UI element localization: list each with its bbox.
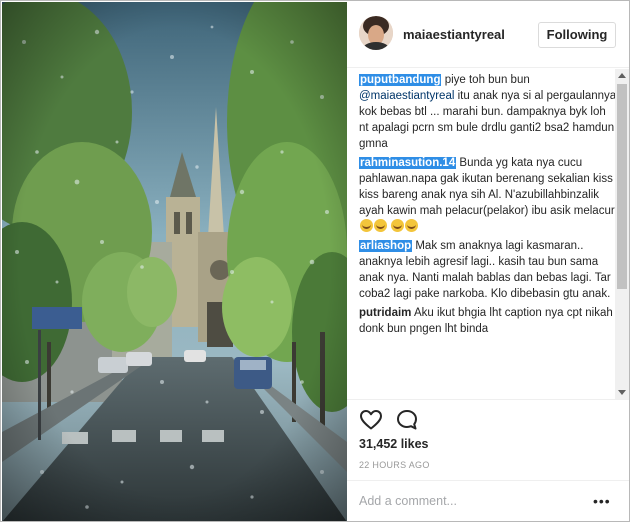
crying-laughing-emoji-icon — [405, 219, 419, 232]
post-username[interactable]: maiaestiantyreal — [403, 27, 505, 42]
post-actions: 31,452 likes 22 HOURS AGO — [347, 399, 629, 487]
like-count[interactable]: 31,452 likes — [359, 437, 429, 451]
add-comment-bar: ••• — [347, 480, 629, 521]
comment-author[interactable]: arliashop — [359, 240, 413, 252]
heart-outline-icon[interactable] — [359, 408, 383, 432]
scroll-thumb[interactable] — [617, 84, 627, 289]
crying-laughing-emoji-icon — [360, 219, 373, 232]
scroll-down-arrow-icon[interactable] — [615, 385, 629, 399]
comment-author[interactable]: putridaim — [359, 307, 411, 319]
comment-item: rahminasution.14 Bunda yg kata nya cucu … — [359, 155, 617, 235]
more-dots-icon[interactable]: ••• — [593, 493, 611, 509]
comment-author[interactable]: rahminasution.14 — [359, 157, 457, 169]
following-button[interactable]: Following — [538, 22, 616, 48]
post-timestamp: 22 HOURS AGO — [359, 460, 430, 470]
comment-mention[interactable]: @maiaestiantyreal — [359, 90, 454, 102]
comment-list: puputbandung piye toh bun bun @maiaestia… — [359, 69, 617, 399]
post-photo[interactable] — [2, 2, 347, 521]
rainy-street-image — [2, 2, 347, 521]
post-header: maiaestiantyreal Following — [347, 2, 629, 68]
avatar-image — [359, 16, 393, 50]
comment-item: arliashop Mak sm anaknya lagi kasmaran..… — [359, 238, 617, 302]
speech-bubble-icon[interactable] — [395, 408, 419, 432]
post-side-panel: maiaestiantyreal Following puputbandung … — [347, 2, 629, 521]
crying-laughing-emoji-icon — [374, 219, 387, 232]
avatar[interactable] — [359, 16, 393, 50]
scroll-up-arrow-icon[interactable] — [615, 69, 629, 83]
post-window: maiaestiantyreal Following puputbandung … — [0, 0, 630, 522]
comment-item: putridaim Aku ikut bhgia lht caption nya… — [359, 305, 617, 337]
comment-scrollbar[interactable] — [615, 69, 629, 399]
comment-text: piye toh bun bun — [444, 74, 530, 86]
comment-item: puputbandung piye toh bun bun @maiaestia… — [359, 72, 617, 152]
comment-input[interactable] — [359, 491, 589, 511]
comment-author[interactable]: puputbandung — [359, 74, 442, 86]
crying-laughing-emoji-icon — [391, 219, 405, 232]
